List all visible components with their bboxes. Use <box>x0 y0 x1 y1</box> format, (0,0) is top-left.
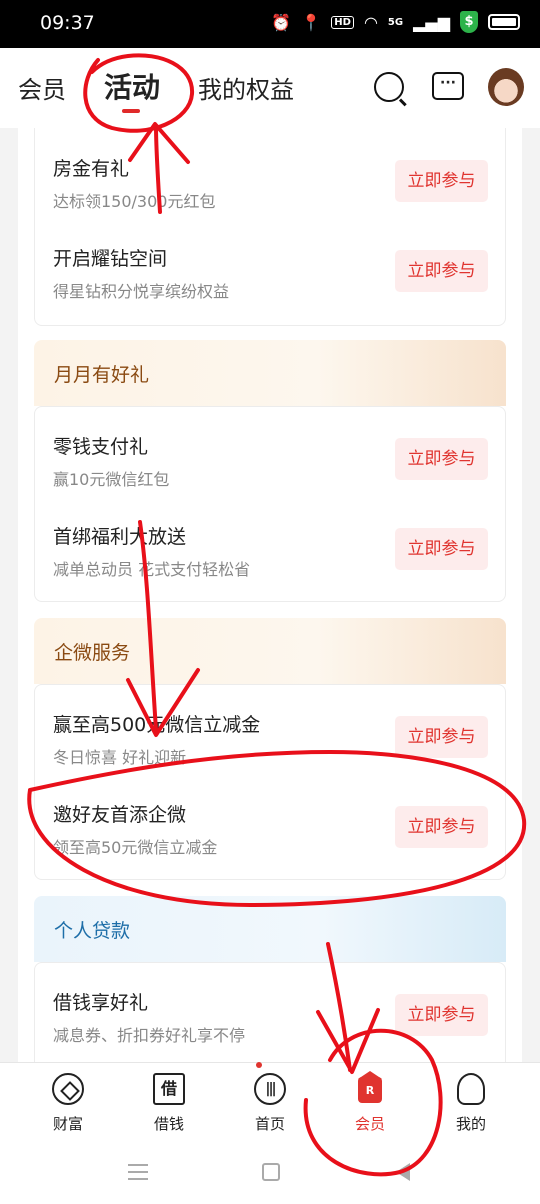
activity-subtitle: 冬日惊喜 好礼迎新 <box>53 748 187 767</box>
alarm-icon: ⏰ <box>271 12 292 32</box>
list-item: 房金有礼 达标领150/300元红包 立即参与 <box>34 136 506 226</box>
recent-apps-icon[interactable] <box>128 1164 148 1180</box>
activity-subtitle: 领至高50元微信立减金 <box>53 838 218 857</box>
tab-label: 首页 <box>254 1115 285 1133</box>
tab-borrow[interactable]: 借 借钱 <box>119 1063 219 1143</box>
message-icon[interactable]: ··· <box>432 72 464 100</box>
tab-label: 借钱 <box>153 1115 184 1133</box>
wealth-icon <box>52 1073 84 1105</box>
activity-subtitle: 减息券、折扣券好礼享不停 <box>53 1026 246 1045</box>
tab-mine[interactable]: 我的 <box>421 1063 521 1143</box>
person-icon <box>457 1073 485 1105</box>
activity-title: 借钱享好礼 <box>53 992 149 1014</box>
section-title: 个人贷款 <box>54 920 131 942</box>
tab-member[interactable]: 会员 <box>18 70 66 105</box>
hd-voice-icon: HD <box>331 15 354 29</box>
list-item: 开启耀钻空间 得星钻积分悦享缤纷权益 立即参与 <box>34 226 506 316</box>
list-item: 零钱支付礼 赢10元微信红包 立即参与 <box>34 414 506 504</box>
section-header: 个人贷款 <box>34 896 506 962</box>
status-bar: 09:37 ⏰ 📍 HD ◠ 5G ▂▄▆ $ <box>0 0 540 48</box>
join-button[interactable]: 立即参与 <box>395 994 488 1036</box>
activity-subtitle: 得星钻积分悦享缤纷权益 <box>53 282 230 301</box>
join-button[interactable]: 立即参与 <box>395 160 488 202</box>
bottom-tab-bar: 财富 借 借钱 ||| 首页 R 会员 我的 <box>0 1062 540 1142</box>
active-tab-indicator <box>122 109 140 113</box>
home-icon: ||| <box>254 1073 286 1105</box>
member-crown-icon: R <box>358 1071 382 1103</box>
activity-subtitle: 减单总动员 花式支付轻松省 <box>53 560 251 579</box>
list-item: 借钱享好礼 减息券、折扣券好礼享不停 立即参与 <box>34 970 506 1060</box>
top-header: 会员 活动 我的权益 ··· <box>0 48 540 128</box>
battery-icon <box>488 14 520 30</box>
tab-home[interactable]: ||| 首页 <box>220 1063 320 1143</box>
home-button-icon[interactable] <box>262 1163 280 1181</box>
activity-title: 邀好友首添企微 <box>53 804 187 826</box>
list-item: 赢至高500元微信立减金 冬日惊喜 好礼迎新 立即参与 <box>34 692 506 782</box>
join-button[interactable]: 立即参与 <box>395 438 488 480</box>
section-title: 月月有好礼 <box>54 364 150 386</box>
activity-subtitle: 达标领150/300元红包 <box>53 192 216 211</box>
list-item: 首绑福利大放送 减单总动员 花式支付轻松省 立即参与 <box>34 504 506 594</box>
tab-activity[interactable]: 活动 <box>104 66 160 106</box>
section-header: 月月有好礼 <box>34 340 506 406</box>
tab-member-active[interactable]: R 会员 <box>320 1063 420 1143</box>
wifi-icon: ◠ <box>363 12 378 32</box>
join-button[interactable]: 立即参与 <box>395 806 488 848</box>
location-icon: 📍 <box>301 12 322 32</box>
avatar[interactable] <box>488 68 524 106</box>
status-time: 09:37 <box>40 12 95 34</box>
signal-5g-icon: 5G <box>387 16 404 28</box>
tab-label: 会员 <box>354 1115 385 1133</box>
security-shield-icon: $ <box>460 11 478 33</box>
back-icon[interactable] <box>396 1163 410 1181</box>
activity-list[interactable]: 房金有礼 达标领150/300元红包 立即参与 开启耀钻空间 得星钻积分悦享缤纷… <box>0 128 540 1062</box>
borrow-icon: 借 <box>153 1073 185 1105</box>
tab-label: 财富 <box>52 1115 83 1133</box>
status-icons: ⏰ 📍 HD ◠ 5G ▂▄▆ $ <box>271 11 520 33</box>
activity-title: 开启耀钻空间 <box>53 248 168 270</box>
join-button[interactable]: 立即参与 <box>395 716 488 758</box>
tab-wealth[interactable]: 财富 <box>18 1063 118 1143</box>
activity-title: 零钱支付礼 <box>53 436 149 458</box>
activity-title: 赢至高500元微信立减金 <box>53 714 261 736</box>
list-item: 邀好友首添企微 领至高50元微信立减金 立即参与 <box>34 782 506 872</box>
activity-subtitle: 赢10元微信红包 <box>53 470 170 489</box>
tab-label: 我的 <box>455 1115 486 1133</box>
section-header: 企微服务 <box>34 618 506 684</box>
section-title: 企微服务 <box>54 642 131 664</box>
signal-bars-icon: ▂▄▆ <box>413 12 450 32</box>
join-button[interactable]: 立即参与 <box>395 250 488 292</box>
activity-title: 首绑福利大放送 <box>53 526 187 548</box>
system-nav-bar <box>0 1142 540 1204</box>
join-button[interactable]: 立即参与 <box>395 528 488 570</box>
tab-my-benefits[interactable]: 我的权益 <box>198 70 294 105</box>
activity-title: 房金有礼 <box>53 158 130 180</box>
search-icon[interactable] <box>374 72 404 102</box>
